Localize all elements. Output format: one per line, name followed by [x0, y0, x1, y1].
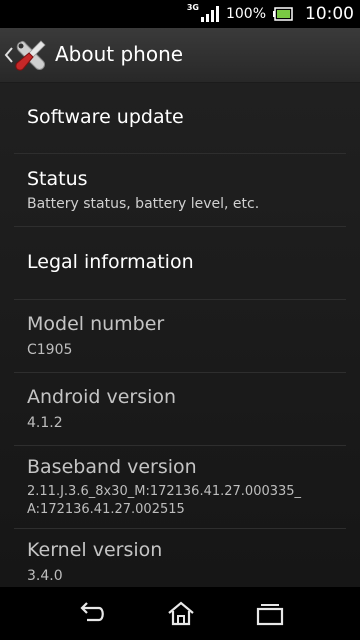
battery-percent: 100% — [225, 6, 266, 22]
settings-list[interactable]: Software update Status Battery status, b… — [0, 83, 360, 587]
list-item-title: Model number — [27, 313, 165, 335]
list-item-kernel-version: Kernel version 3.4.0 — [14, 529, 346, 587]
signal-strength-icon — [200, 6, 220, 22]
list-item-summary: Battery status, battery level, etc. — [27, 196, 260, 212]
chevron-left-icon[interactable] — [4, 46, 14, 64]
list-item-summary: 4.1.2 — [27, 415, 63, 431]
list-item-title: Kernel version — [27, 539, 163, 561]
network-type: 3G — [186, 2, 199, 12]
clock: 10:00 — [305, 4, 354, 24]
status-bar: 3G 100% 10:00 — [0, 0, 360, 28]
battery-icon — [273, 7, 293, 21]
list-item-model-number: Model number C1905 — [14, 300, 346, 373]
action-bar: About phone — [0, 28, 360, 83]
list-item-title: Status — [27, 168, 88, 190]
list-item-summary: C1905 — [27, 342, 73, 358]
status-indicators: 3G 100% 10:00 — [187, 0, 354, 28]
list-item-title: Software update — [27, 106, 184, 128]
list-item-summary: 3.4.0 — [27, 568, 63, 584]
page-title: About phone — [55, 42, 184, 66]
settings-tools-icon[interactable] — [14, 38, 48, 72]
back-icon[interactable] — [77, 600, 107, 628]
list-item-software-update[interactable]: Software update — [14, 83, 346, 154]
list-item-baseband-version: Baseband version 2.11.J.3.6_8x30_M:17213… — [14, 446, 346, 529]
navigation-bar — [0, 587, 360, 640]
list-item-title: Baseband version — [27, 456, 197, 478]
list-item-android-version: Android version 4.1.2 — [14, 373, 346, 446]
list-item-status[interactable]: Status Battery status, battery level, et… — [14, 154, 346, 227]
home-icon[interactable] — [166, 600, 196, 628]
list-item-title: Legal information — [27, 251, 194, 273]
list-item-title: Android version — [27, 386, 177, 408]
recents-icon[interactable] — [255, 600, 285, 628]
list-item-legal-information[interactable]: Legal information — [14, 227, 346, 300]
list-item-summary-line2: A:172136.41.27.002515 — [27, 502, 185, 517]
list-item-summary: 2.11.J.3.6_8x30_M:172136.41.27.000335_ — [27, 484, 302, 499]
